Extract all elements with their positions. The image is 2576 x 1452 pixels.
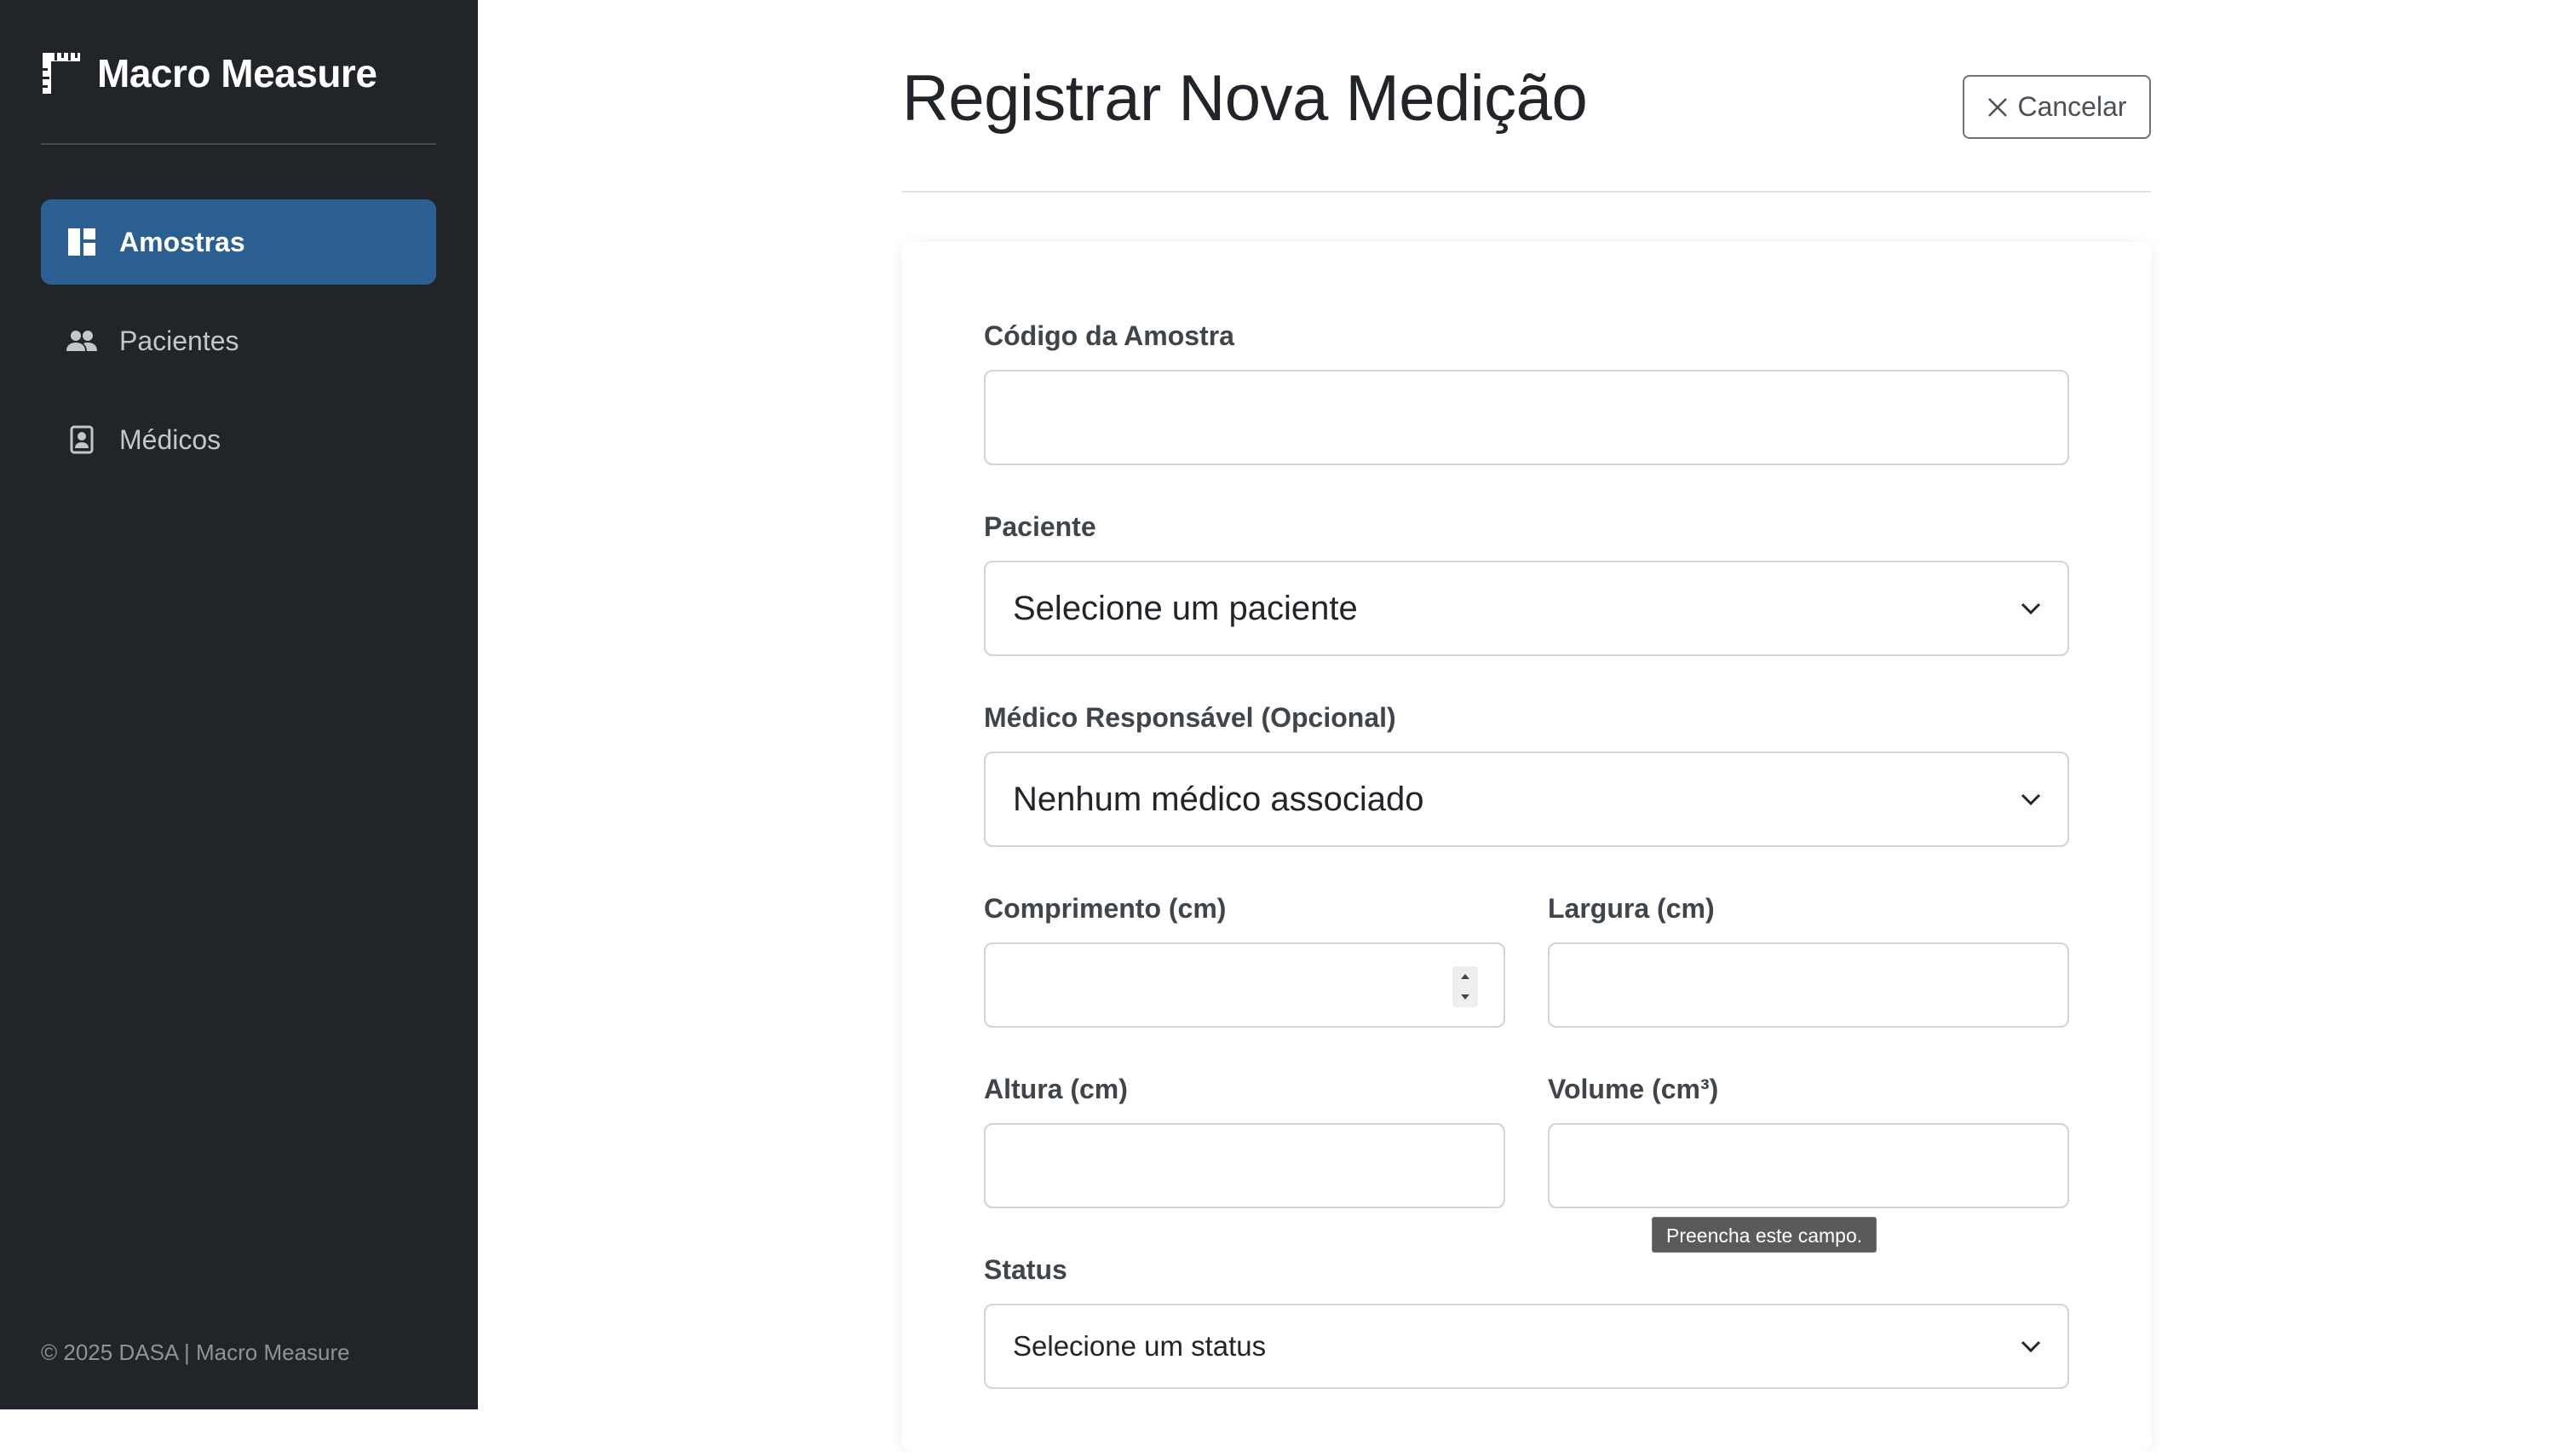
chevron-down-icon [2021, 602, 2041, 615]
stepper-up-icon[interactable] [1459, 972, 1471, 981]
status-select-value: Selecione um status [1013, 1330, 1267, 1362]
sidebar-item-medicos[interactable]: Médicos [41, 397, 436, 482]
height-input[interactable] [984, 1123, 1505, 1208]
close-icon [1988, 97, 2008, 117]
number-stepper[interactable] [1452, 966, 1478, 1007]
volume-label: Volume (cm³) [1548, 1074, 1719, 1104]
width-label: Largura (cm) [1548, 893, 1715, 924]
doctor-label: Médico Responsável (Opcional) [984, 702, 1396, 733]
status-select[interactable]: Selecione um status [984, 1304, 2069, 1389]
sidebar-item-amostras[interactable]: Amostras [41, 199, 436, 285]
badge-icon [66, 424, 97, 455]
main-content: Registrar Nova Medição Cancelar Código d… [478, 0, 2576, 1452]
doctor-select[interactable]: Nenhum médico associado [984, 752, 2069, 847]
app-title: Macro Measure [97, 51, 377, 95]
patient-label: Paciente [984, 511, 1096, 542]
cancel-button-label: Cancelar [2017, 91, 2127, 122]
header-divider [902, 191, 2151, 193]
page-title: Registrar Nova Medição [902, 62, 1588, 135]
sample-code-input[interactable] [984, 370, 2069, 465]
doctor-select-value: Nenhum médico associado [1013, 780, 1424, 818]
ruler-logo-icon [43, 53, 80, 94]
validation-tooltip: Preencha este campo. [1652, 1217, 1877, 1253]
cancel-button[interactable]: Cancelar [1963, 75, 2151, 139]
sample-code-label: Código da Amostra [984, 320, 1234, 351]
length-input[interactable] [984, 942, 1505, 1028]
length-label: Comprimento (cm) [984, 893, 1227, 924]
sidebar: Macro Measure Amostras Pacientes Médicos… [0, 0, 478, 1409]
status-label: Status [984, 1254, 1067, 1285]
chevron-down-icon [2021, 1340, 2041, 1353]
sidebar-item-pacientes[interactable]: Pacientes [41, 298, 436, 383]
copyright-footer: © 2025 DASA | Macro Measure [41, 1340, 350, 1365]
brand[interactable]: Macro Measure [41, 48, 377, 99]
sidebar-item-label: Médicos [119, 424, 221, 455]
patient-select-value: Selecione um paciente [1013, 589, 1358, 627]
people-icon [66, 326, 97, 356]
sidebar-item-label: Amostras [119, 226, 245, 257]
volume-input[interactable] [1548, 1123, 2069, 1208]
measurement-form-card: Código da Amostra Paciente Selecione um … [902, 242, 2151, 1452]
sidebar-divider [41, 143, 436, 145]
stepper-down-icon[interactable] [1459, 993, 1471, 1001]
height-label: Altura (cm) [984, 1074, 1128, 1104]
patient-select[interactable]: Selecione um paciente [984, 561, 2069, 656]
width-input[interactable] [1548, 942, 2069, 1028]
sidebar-item-label: Pacientes [119, 325, 239, 356]
sidebar-nav: Amostras Pacientes Médicos [41, 199, 436, 496]
dashboard-icon [66, 227, 97, 257]
chevron-down-icon [2021, 793, 2041, 806]
